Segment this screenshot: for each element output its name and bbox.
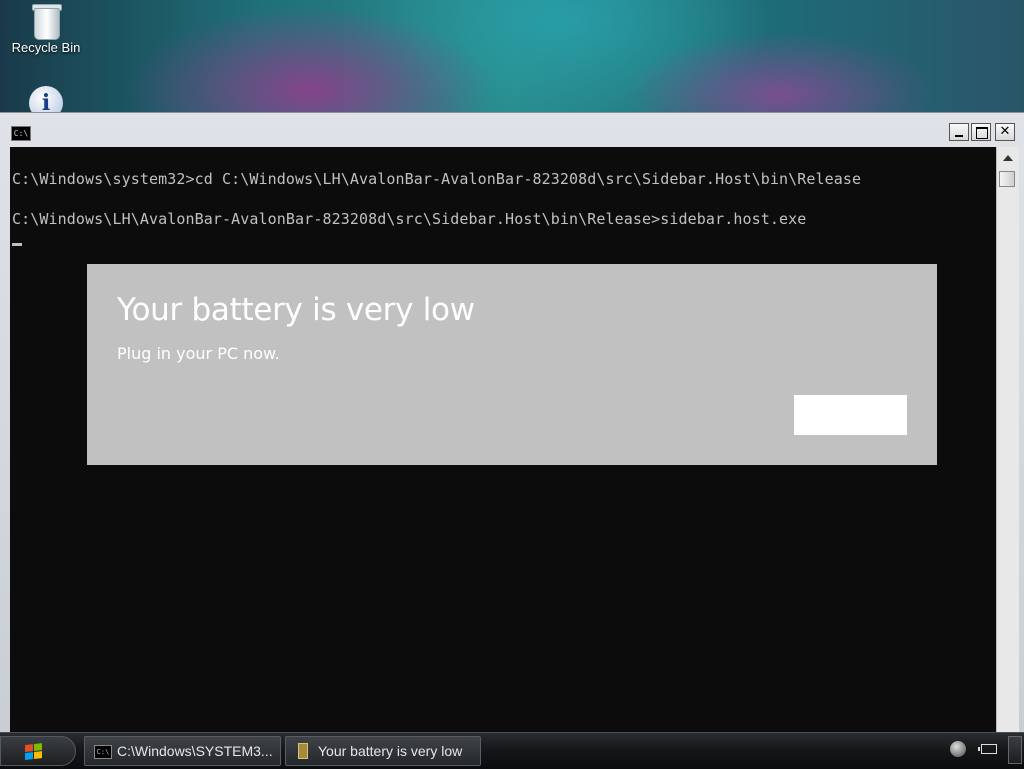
show-desktop-button[interactable] <box>1008 736 1022 764</box>
close-icon: ✕ <box>999 124 1011 139</box>
desktop-icon-label: Recycle Bin <box>11 40 81 55</box>
tray-battery-icon[interactable] <box>978 744 997 754</box>
console-scrollbar[interactable] <box>996 147 1019 733</box>
windows-logo-icon <box>25 743 43 761</box>
start-button[interactable] <box>0 736 76 766</box>
taskbar-item-battery-notification[interactable]: Your battery is very low <box>285 736 481 766</box>
scrollbar-thumb[interactable] <box>999 171 1015 187</box>
taskbar-item-label: Your battery is very low <box>318 743 463 759</box>
maximize-button[interactable] <box>971 123 991 141</box>
close-button[interactable]: ✕ <box>995 123 1015 141</box>
console-line: C:\Windows\LH\AvalonBar-AvalonBar-823208… <box>12 210 807 228</box>
console-icon[interactable]: C:\ <box>11 126 31 141</box>
scroll-up-icon[interactable] <box>1003 155 1013 161</box>
console-titlebar[interactable]: C:\ ✕ <box>0 113 1024 147</box>
minimize-icon <box>955 135 963 137</box>
taskbar-item-label: C:\Windows\SYSTEM3... <box>117 743 273 759</box>
toast-dismiss-button[interactable] <box>794 395 907 435</box>
toast-message: Plug in your PC now. <box>117 344 280 363</box>
taskbar-item-console[interactable]: C:\ C:\Windows\SYSTEM3... <box>84 736 281 766</box>
maximize-icon <box>976 127 988 139</box>
toast-title: Your battery is very low <box>117 292 475 328</box>
battery-icon <box>298 743 308 759</box>
volume-icon[interactable] <box>950 741 966 757</box>
taskbar: C:\ C:\Windows\SYSTEM3... Your battery i… <box>0 732 1024 769</box>
recycle-bin-icon <box>31 2 62 40</box>
battery-toast[interactable]: Your battery is very low Plug in your PC… <box>87 264 937 465</box>
console-icon: C:\ <box>94 745 112 759</box>
console-line: C:\Windows\system32>cd C:\Windows\LH\Ava… <box>12 170 862 188</box>
desktop-icon-recycle-bin[interactable]: Recycle Bin <box>6 0 86 55</box>
console-cursor <box>12 243 22 246</box>
minimize-button[interactable] <box>949 123 969 141</box>
